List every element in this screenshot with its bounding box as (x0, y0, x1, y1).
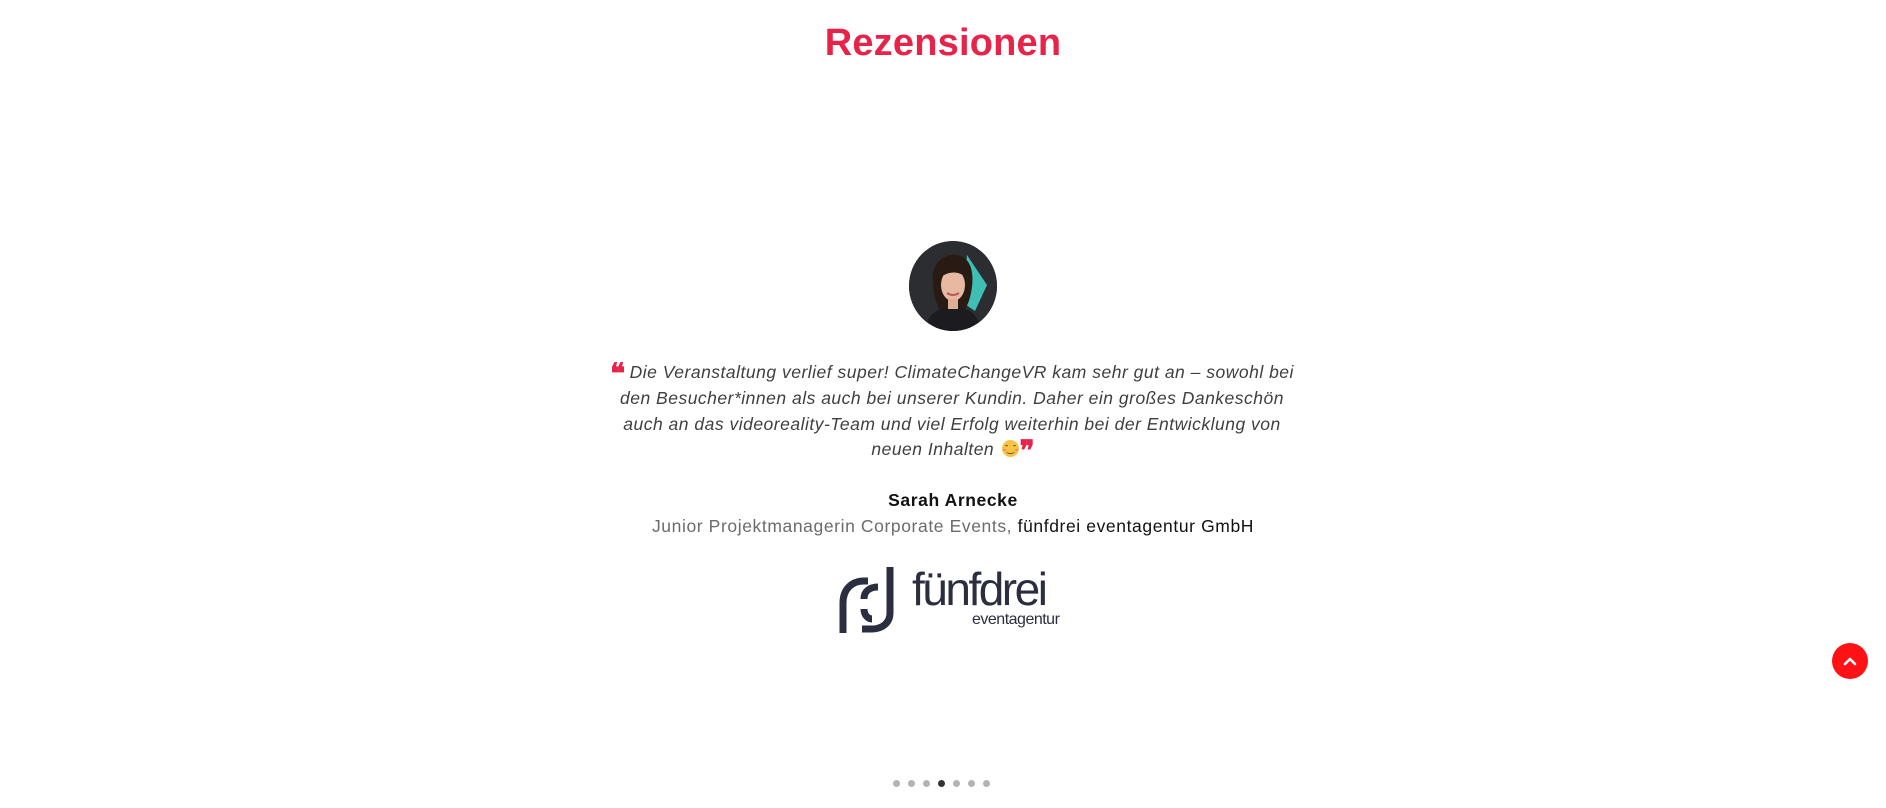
chevron-up-icon (1843, 657, 1857, 666)
slider-dot-3[interactable] (923, 780, 930, 787)
quote-open-icon: ❝ (610, 357, 626, 390)
author-company: fünfdrei eventagentur GmbH (1017, 516, 1255, 536)
slider-dot-2[interactable] (908, 780, 915, 787)
author-role: Junior Projektmanagerin Corporate Events… (651, 516, 1013, 536)
smiling-face-icon (1001, 440, 1019, 458)
avatar-photo-icon (909, 241, 997, 331)
slider-dot-4[interactable] (938, 780, 945, 787)
slider-dot-7[interactable] (983, 780, 990, 787)
testimonial-quote: ❝ Die Veranstaltung verlief super! Climat… (610, 357, 1294, 465)
author-name: Sarah Arnecke (888, 490, 1018, 510)
author-role-line: Junior Projektmanagerin Corporate Events… (0, 516, 1886, 537)
quote-text: Die Veranstaltung verlief super! Climate… (619, 362, 1294, 460)
slider-pagination (893, 780, 990, 788)
slider-dot-6[interactable] (968, 780, 975, 787)
logo-wordmark: fünfdrei (912, 563, 1048, 615)
slider-dot-1[interactable] (893, 780, 900, 787)
slider-dot-5[interactable] (953, 780, 960, 787)
logo-subline: eventagentur (972, 611, 1060, 628)
scroll-to-top-button[interactable] (1832, 643, 1868, 679)
fuenfdrei-mark-icon (839, 567, 894, 633)
section-title: Rezensionen (824, 22, 1062, 64)
quote-close-icon: ❞ (1019, 434, 1035, 468)
avatar (909, 241, 997, 331)
company-logo: fünfdrei eventagentur (838, 563, 1068, 635)
